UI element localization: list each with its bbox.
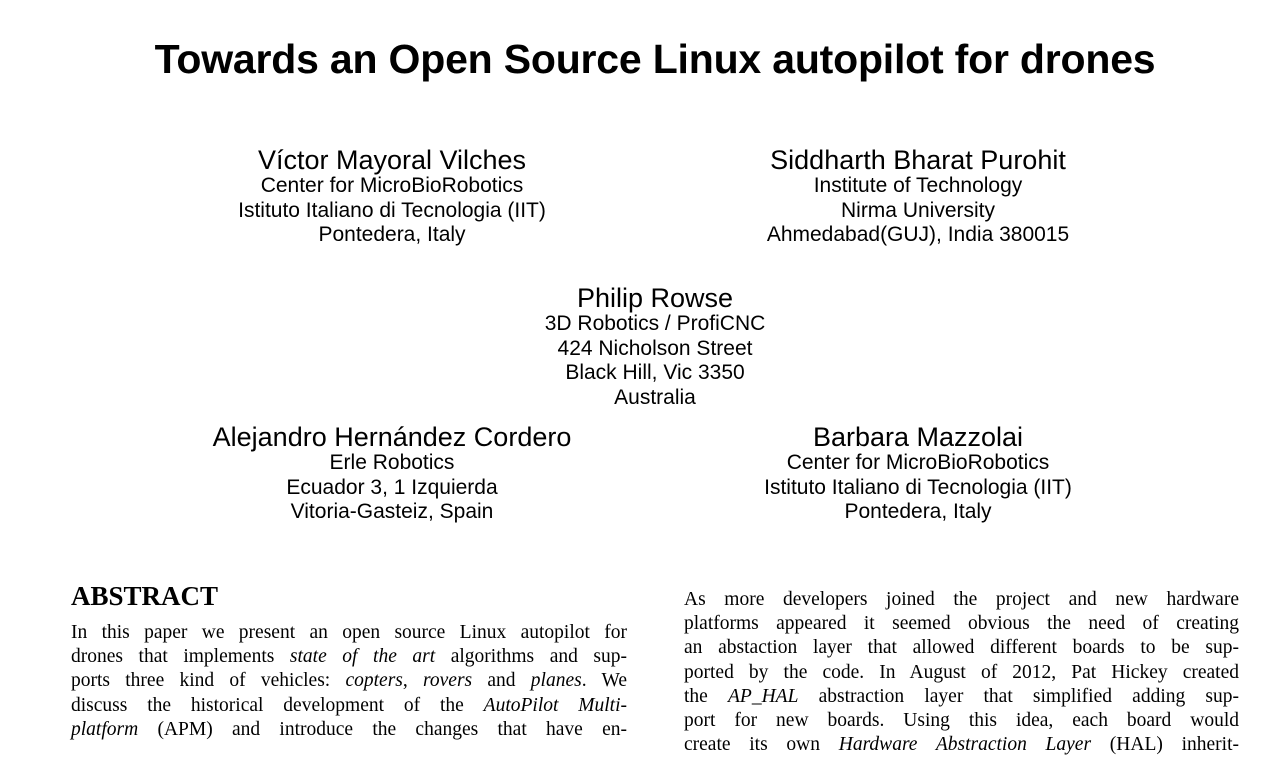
author-affiliation: Ecuador 3, 1 Izquierda bbox=[286, 475, 498, 499]
author-block-hernandez: Alejandro Hernández Cordero Erle Robotic… bbox=[192, 423, 592, 525]
author-affiliation: Istituto Italiano di Tecnologia (IIT) bbox=[764, 475, 1072, 499]
author-block-mazzolai: Barbara Mazzolai Center for MicroBioRobo… bbox=[718, 423, 1118, 525]
author-block-vilches: Víctor Mayoral Vilches Center for MicroB… bbox=[192, 146, 592, 248]
author-affiliation: Pontedera, Italy bbox=[318, 223, 466, 246]
italic-term: AutoPilot Multi- bbox=[483, 694, 627, 716]
body-line: As more developers joined the project an… bbox=[684, 589, 1239, 610]
abstract-line: In this paper we present an open source … bbox=[71, 622, 627, 643]
author-name: Víctor Mayoral Vilches bbox=[257, 145, 527, 175]
body-line: port for new boards. Using this idea, ea… bbox=[684, 710, 1239, 732]
author-affiliation: Center for MicroBioRobotics bbox=[260, 174, 524, 197]
author-block-purohit: Siddharth Bharat Purohit Institute of Te… bbox=[718, 146, 1118, 248]
italic-term: Hardware Abstraction Layer bbox=[838, 734, 1092, 756]
abstract-line: drones that implements state of the art … bbox=[71, 646, 627, 668]
author-affiliation: Erle Robotics bbox=[329, 451, 455, 474]
author-name: Alejandro Hernández Cordero bbox=[212, 422, 572, 452]
body-line: an abstaction layer that allowed differe… bbox=[684, 637, 1239, 659]
author-affiliation: Istituto Italiano di Tecnologia (IIT) bbox=[238, 198, 546, 222]
author-affiliation: 424 Nicholson Street bbox=[557, 336, 753, 360]
abstract-line: platform (APM) and introduce the changes… bbox=[71, 718, 627, 740]
author-name: Philip Rowse bbox=[576, 283, 734, 313]
italic-term: planes bbox=[530, 670, 582, 692]
body-line: platforms appeared it seemed obvious the… bbox=[684, 613, 1239, 635]
italic-term: state of the art bbox=[289, 646, 436, 668]
author-affiliation: Vitoria-Gasteiz, Spain bbox=[290, 500, 494, 523]
author-affiliation: Ahmedabad(GUJ), India 380015 bbox=[766, 223, 1070, 246]
author-name: Barbara Mazzolai bbox=[812, 422, 1024, 452]
abstract-body: In this paper we present an open source … bbox=[71, 621, 627, 742]
abstract-line: discuss the historical development of th… bbox=[71, 694, 627, 716]
author-affiliation: 3D Robotics / ProfiCNC bbox=[544, 312, 766, 335]
author-affiliation: Australia bbox=[614, 385, 696, 409]
abstract-line: ports three kind of vehicles: copters, r… bbox=[71, 670, 627, 692]
body-text-right-column: As more developers joined the project an… bbox=[684, 588, 1239, 757]
author-block-rowse: Philip Rowse 3D Robotics / ProfiCNC 424 … bbox=[455, 284, 855, 410]
body-line: ported by the code. In August of 2012, P… bbox=[684, 661, 1239, 683]
author-affiliation: Nirma University bbox=[840, 198, 995, 222]
italic-term: copters bbox=[345, 670, 403, 692]
paper-title: Towards an Open Source Linux autopilot f… bbox=[154, 36, 1156, 82]
italic-term: rovers bbox=[423, 670, 473, 692]
body-line: create its own Hardware Abstraction Laye… bbox=[684, 734, 1239, 756]
italic-term: platform bbox=[71, 718, 139, 740]
body-line: the AP_HAL abstraction layer that simpli… bbox=[684, 685, 1240, 707]
author-affiliation: Black Hill, Vic 3350 bbox=[565, 361, 745, 384]
author-affiliation: Center for MicroBioRobotics bbox=[786, 451, 1050, 474]
italic-term: AP_HAL bbox=[728, 685, 799, 707]
author-name: Siddharth Bharat Purohit bbox=[770, 145, 1066, 175]
author-affiliation: Pontedera, Italy bbox=[844, 500, 992, 523]
author-affiliation: Institute of Technology bbox=[813, 174, 1023, 197]
abstract-heading: ABSTRACT bbox=[71, 581, 219, 611]
